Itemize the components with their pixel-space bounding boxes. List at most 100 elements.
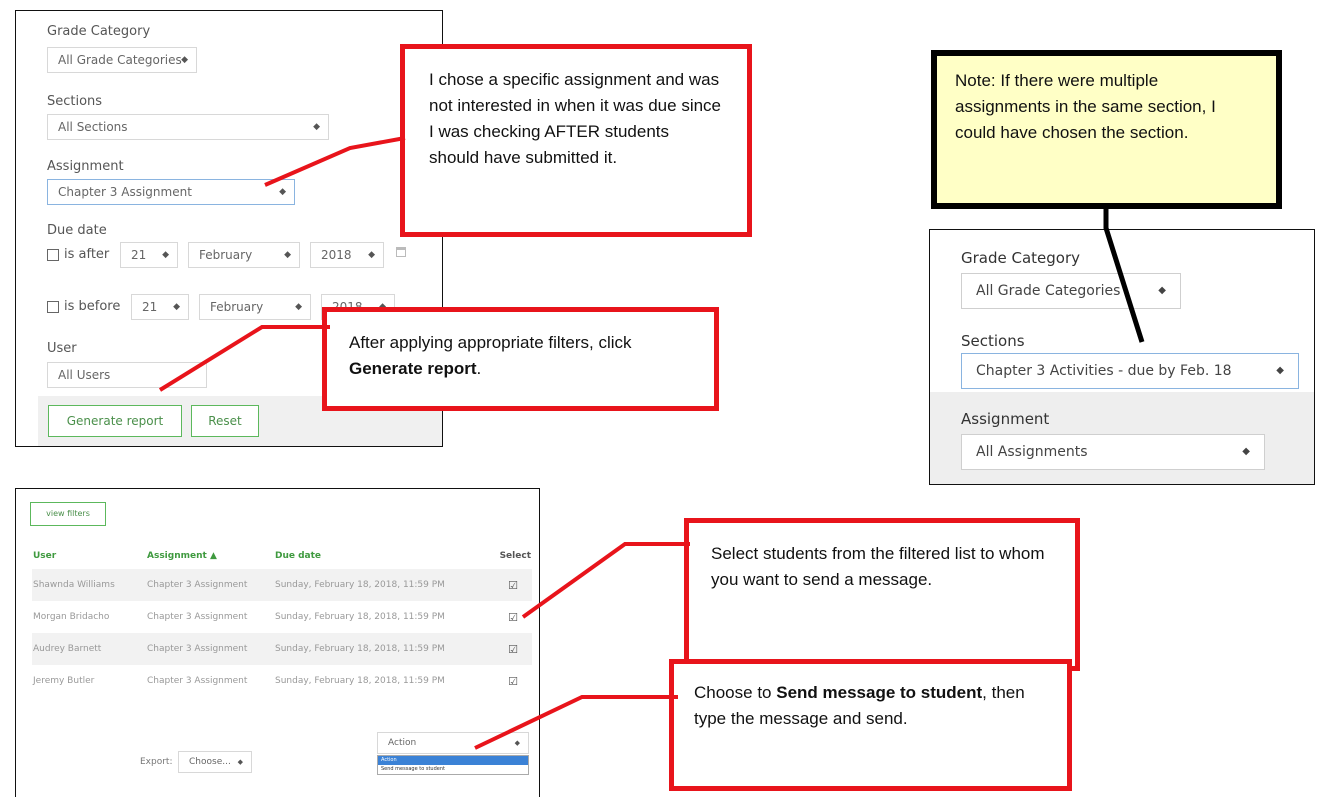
after-month-select[interactable]: February ◆ [188,242,300,268]
before-day-select[interactable]: 21 ◆ [131,294,189,320]
section-filter-panel: Grade Category All Grade Categories ◆ Se… [929,229,1315,485]
table-row: Shawnda Williams Chapter 3 Assignment Su… [32,569,532,601]
send-message-callout: Choose to Send message to student, then … [669,659,1072,791]
view-filters-button[interactable]: view filters [30,502,106,526]
assignment-label: Assignment [47,159,124,174]
cell-due-date: Sunday, February 18, 2018, 11:59 PM [275,676,445,686]
assignment-select[interactable]: All Assignments ◆ [961,434,1265,470]
after-month-value: February [199,248,253,262]
is-after-checkbox[interactable] [47,249,59,261]
sections-label: Sections [47,94,103,109]
assignment-label: Assignment [961,410,1050,428]
grade-category-value: All Grade Categories [58,53,182,67]
send-callout-bold: Send message to student [776,683,983,702]
sections-select[interactable]: Chapter 3 Activities - due by Feb. 18 ◆ [961,353,1299,389]
report-table: User Assignment ▲ Due date Select Shawnd… [32,543,532,697]
table-row: Audrey Barnett Chapter 3 Assignment Sund… [32,633,532,665]
cell-user: Shawnda Williams [32,569,146,601]
user-label: User [47,341,77,356]
chevron-down-icon: ◆ [313,122,320,132]
table-row: Morgan Bridacho Chapter 3 Assignment Sun… [32,601,532,633]
action-value: Action [388,738,417,748]
sections-select[interactable]: All Sections ◆ [47,114,329,140]
column-header-select: Select [499,551,531,561]
send-callout-prefix: Choose to [694,683,777,702]
table-row: Jeremy Butler Chapter 3 Assignment Sunda… [32,665,532,697]
cell-assignment: Chapter 3 Assignment [146,633,274,665]
assignment-value: All Assignments [976,444,1088,460]
note-callout: Note: If there were multiple assignments… [931,50,1282,209]
cell-user: Morgan Bridacho [33,612,110,622]
is-before-label: is before [64,299,121,314]
calendar-icon[interactable] [396,247,406,257]
sections-value: Chapter 3 Activities - due by Feb. 18 [976,363,1232,379]
reset-button[interactable]: Reset [191,405,259,437]
after-day-value: 21 [131,248,147,262]
is-before-checkbox[interactable] [47,301,59,313]
assignment-callout-text: I chose a specific assignment and was no… [429,70,722,167]
grade-category-value: All Grade Categories [976,283,1121,299]
action-dropdown-menu: Action Send message to student [377,755,529,775]
after-year-value: 2018 [321,248,352,262]
chevron-down-icon: ◆ [237,758,243,766]
user-value: All Users [58,368,111,382]
export-value: Choose... [189,757,231,767]
chevron-down-icon: ◆ [1276,365,1284,376]
before-day-value: 21 [142,300,158,314]
before-month-select[interactable]: February ◆ [199,294,311,320]
before-month-value: February [210,300,264,314]
select-checkbox[interactable]: ☑ [496,601,532,633]
select-checkbox[interactable]: ☑ [496,633,532,665]
chevron-down-icon: ◆ [1158,285,1166,296]
generate-callout-bold: Generate report [349,359,477,378]
assignment-value: Chapter 3 Assignment [58,185,192,199]
pointer-line-select [521,542,690,619]
assignment-callout: I chose a specific assignment and was no… [400,44,752,237]
action-option-default[interactable]: Action [378,756,528,765]
grade-category-label: Grade Category [961,249,1081,267]
table-header-row: User Assignment ▲ Due date Select [32,543,532,569]
grade-category-select[interactable]: All Grade Categories ◆ [961,273,1181,309]
note-callout-text: Note: If there were multiple assignments… [955,71,1216,142]
user-select[interactable]: All Users [47,362,207,388]
cell-due-date: Sunday, February 18, 2018, 11:59 PM [275,612,445,622]
due-date-label: Due date [47,223,107,238]
cell-assignment: Chapter 3 Assignment [146,569,274,601]
chevron-down-icon: ◆ [181,55,188,65]
chevron-down-icon: ◆ [514,739,520,747]
grade-category-label: Grade Category [47,24,151,39]
cell-user: Audrey Barnett [32,633,146,665]
after-year-select[interactable]: 2018 ◆ [310,242,384,268]
cell-due-date: Sunday, February 18, 2018, 11:59 PM [274,633,496,665]
action-select[interactable]: Action ◆ [377,732,529,754]
chevron-down-icon: ◆ [368,250,375,260]
chevron-down-icon: ◆ [295,302,302,312]
chevron-down-icon: ◆ [162,250,169,260]
after-day-select[interactable]: 21 ◆ [120,242,178,268]
export-label: Export: [140,757,173,767]
assignment-select[interactable]: Chapter 3 Assignment ◆ [47,179,295,205]
generate-report-callout: After applying appropriate filters, clic… [322,307,719,411]
grade-category-select[interactable]: All Grade Categories ◆ [47,47,197,73]
cell-user: Jeremy Butler [33,676,95,686]
column-header-user[interactable]: User [32,543,146,569]
is-after-label: is after [64,247,110,262]
generate-report-button[interactable]: Generate report [48,405,182,437]
chevron-down-icon: ◆ [284,250,291,260]
column-header-assignment[interactable]: Assignment ▲ [146,543,274,569]
sections-value: All Sections [58,120,128,134]
chevron-down-icon: ◆ [279,187,286,197]
action-option-send-message[interactable]: Send message to student [378,765,528,774]
select-checkbox[interactable]: ☑ [496,665,532,697]
report-panel: view filters User Assignment ▲ Due date … [15,488,540,797]
cell-assignment: Chapter 3 Assignment [147,676,248,686]
cell-due-date: Sunday, February 18, 2018, 11:59 PM [274,569,496,601]
generate-callout-prefix: After applying appropriate filters, clic… [349,333,632,352]
sections-label: Sections [961,332,1025,350]
column-header-due-date[interactable]: Due date [274,543,496,569]
select-students-text: Select students from the filtered list t… [711,544,1045,589]
chevron-down-icon: ◆ [1242,446,1250,457]
export-select[interactable]: Choose... ◆ [178,751,252,773]
select-checkbox[interactable]: ☑ [496,569,532,601]
chevron-down-icon: ◆ [173,302,180,312]
